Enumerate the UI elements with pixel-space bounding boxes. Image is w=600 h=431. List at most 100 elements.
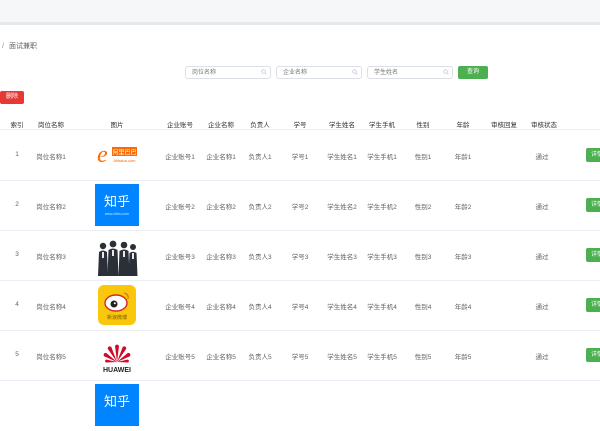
cell-gender: 性别5 (414, 354, 432, 361)
column-header-gender[interactable]: 性别 (417, 119, 430, 129)
cell-student-phone: 学生手机3 (367, 254, 397, 261)
cell-age: 年龄5 (454, 354, 472, 361)
cell-review-status: 通过 (535, 154, 549, 161)
svg-text:知乎: 知乎 (104, 394, 130, 409)
cell-review-status: 通过 (535, 254, 549, 261)
table-row[interactable]: 5 岗位名称5 HUAWEI 企业账号5 企业名称5 负责人5 学号5 学生姓名… (0, 330, 600, 381)
column-header-student-phone[interactable]: 学生手机 (369, 119, 395, 129)
cell-student-id: 学号4 (291, 304, 309, 311)
table-row[interactable]: 知乎 (0, 380, 600, 431)
cell-student-name: 学生姓名4 (327, 304, 357, 311)
cell-gender: 性别4 (414, 304, 432, 311)
column-header-student-id[interactable]: 学号 (294, 119, 307, 129)
cell-position: 岗位名称2 (36, 204, 66, 211)
position-name-search[interactable] (185, 66, 276, 79)
cell-index: 4 (15, 301, 19, 308)
search-icon (261, 69, 267, 75)
cell-student-name: 学生姓名5 (327, 354, 357, 361)
cell-leader: 负责人2 (248, 204, 272, 211)
detail-button[interactable]: 详情 (586, 198, 600, 212)
cell-account: 企业账号4 (165, 304, 195, 311)
cell-review-status: 通过 (535, 354, 549, 361)
svg-text:e: e (97, 142, 108, 168)
svg-text:阿里巴巴: 阿里巴巴 (112, 149, 136, 157)
company-name-search[interactable] (276, 66, 367, 79)
cell-student-phone: 学生手机4 (367, 304, 397, 311)
column-header-position[interactable]: 岗位名称 (38, 119, 64, 129)
delete-button[interactable]: 删除 (0, 91, 24, 104)
cell-company: 企业名称1 (206, 154, 236, 161)
cell-company: 企业名称3 (206, 254, 236, 261)
weibo-logo-image: 新浪微博 (95, 284, 139, 326)
table-row[interactable]: 2 岗位名称2 知乎 www.zhihu.com 企业账号2 企业名称2 负责人… (0, 180, 600, 231)
cell-account: 企业账号3 (165, 254, 195, 261)
svg-text:www.zhihu.com: www.zhihu.com (105, 212, 129, 216)
cell-index: 1 (15, 151, 19, 158)
table-row[interactable]: 4 岗位名称4 新浪微博 企业账号4 企业名称4 负责人4 学号4 学生姓名4 … (0, 280, 600, 331)
cell-account: 企业账号2 (165, 204, 195, 211)
svg-text:HUAWEI: HUAWEI (103, 367, 131, 374)
detail-button[interactable]: 详情 (586, 148, 600, 162)
cell-leader: 负责人4 (248, 304, 272, 311)
cell-index: 5 (15, 351, 19, 358)
cell-leader: 负责人1 (248, 154, 272, 161)
column-header-index[interactable]: 索引 (11, 119, 24, 129)
svg-text:Alibaba.com: Alibaba.com (113, 158, 136, 163)
column-header-student-name[interactable]: 学生姓名 (329, 119, 355, 129)
cell-company: 企业名称2 (206, 204, 236, 211)
detail-button[interactable]: 详情 (586, 298, 600, 312)
column-header-review-reply[interactable]: 审核回复 (491, 119, 517, 129)
cell-leader: 负责人3 (248, 254, 272, 261)
cell-age: 年龄4 (454, 304, 472, 311)
alibaba-logo-image: e 阿里巴巴 Alibaba.com (95, 134, 139, 176)
cell-student-name: 学生姓名3 (327, 254, 357, 261)
cell-company: 企业名称5 (206, 354, 236, 361)
cell-student-id: 学号3 (291, 254, 309, 261)
business-people-image (95, 234, 139, 276)
cell-position: 岗位名称5 (36, 354, 66, 361)
detail-button[interactable]: 详情 (586, 248, 600, 262)
search-icon (352, 69, 358, 75)
cell-age: 年龄3 (454, 254, 472, 261)
column-header-age[interactable]: 年龄 (457, 119, 470, 129)
cell-leader: 负责人5 (248, 354, 272, 361)
column-header-image[interactable]: 图片 (111, 119, 124, 129)
cell-age: 年龄2 (454, 204, 472, 211)
cell-position: 岗位名称3 (36, 254, 66, 261)
search-icon (443, 69, 449, 75)
breadcrumb-current: 面试兼职 (8, 43, 37, 50)
cell-student-phone: 学生手机5 (367, 354, 397, 361)
column-header-company[interactable]: 企业名称 (208, 119, 234, 129)
cell-gender: 性别1 (414, 154, 432, 161)
cell-review-status: 通过 (535, 304, 549, 311)
detail-button[interactable]: 详情 (586, 348, 600, 362)
cell-student-name: 学生姓名1 (327, 154, 357, 161)
student-name-search[interactable] (367, 66, 458, 79)
zhihu-logo-image: 知乎 www.zhihu.com (95, 184, 139, 226)
cell-index: 3 (15, 251, 19, 258)
column-header-leader[interactable]: 负责人 (250, 119, 270, 129)
column-header-review-status[interactable]: 审核状态 (531, 119, 557, 129)
cell-account: 企业账号1 (165, 154, 195, 161)
table-row[interactable]: 1 岗位名称1 e 阿里巴巴 Alibaba.com 企业账号1 企业名称1 负… (0, 130, 600, 181)
svg-text:知乎: 知乎 (104, 194, 130, 209)
breadcrumb-separator: / (2, 43, 4, 50)
cell-student-phone: 学生手机1 (367, 154, 397, 161)
cell-position: 岗位名称4 (36, 304, 66, 311)
cell-student-phone: 学生手机2 (367, 204, 397, 211)
query-button[interactable]: 查询 (458, 66, 488, 79)
cell-age: 年龄1 (454, 154, 472, 161)
column-header-account[interactable]: 企业账号 (167, 119, 193, 129)
cell-student-id: 学号5 (291, 354, 309, 361)
cell-company: 企业名称4 (206, 304, 236, 311)
cell-gender: 性别2 (414, 204, 432, 211)
cell-index: 2 (15, 201, 19, 208)
cell-account: 企业账号5 (165, 354, 195, 361)
cell-student-name: 学生姓名2 (327, 204, 357, 211)
table-row[interactable]: 3 岗位名称3 企业账号3 企业名称3 负责人3 学号3 学生姓名3 学生手机3… (0, 230, 600, 281)
zhihu-logo-image: 知乎 (95, 384, 139, 426)
cell-student-id: 学号1 (291, 154, 309, 161)
svg-text:新浪微博: 新浪微博 (107, 314, 127, 321)
huawei-logo-image: HUAWEI (95, 334, 139, 376)
cell-position: 岗位名称1 (36, 154, 66, 161)
